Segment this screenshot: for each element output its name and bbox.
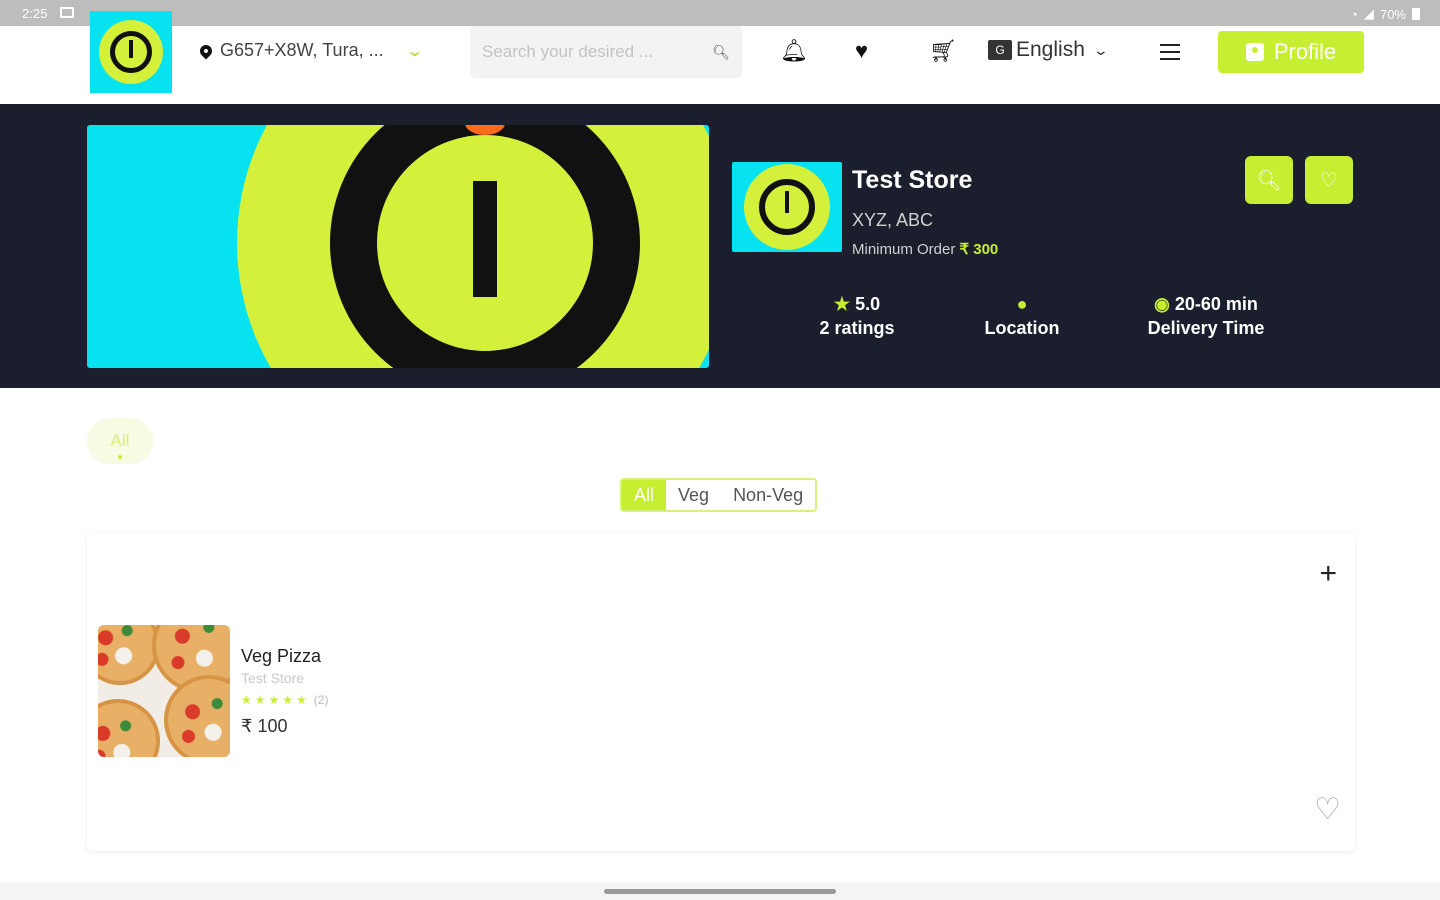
minimum-order: Minimum Order ₹ 300	[852, 240, 998, 258]
store-search-button[interactable]: 🔍︎	[1245, 156, 1293, 204]
rating-value: 5.0	[855, 294, 881, 314]
filter-veg[interactable]: Veg	[666, 480, 721, 510]
store-address: XYZ, ABC	[852, 210, 934, 230]
star-icon: ★	[833, 294, 851, 314]
menu-icon[interactable]	[1160, 44, 1180, 65]
search-icon[interactable]: 🔍︎	[712, 44, 730, 61]
delivery-stat: ◉ 20-60 min Delivery Time	[1136, 292, 1276, 340]
food-store: Test Store	[241, 670, 305, 686]
food-image	[98, 625, 230, 757]
logo-ring	[99, 20, 163, 84]
language-label: English	[1016, 38, 1085, 61]
filter-all[interactable]: All	[622, 480, 667, 510]
food-name: Veg Pizza	[241, 646, 322, 666]
wifi-icon: ◔	[1350, 6, 1358, 22]
status-right: ◔ ◢ 70%	[1350, 6, 1420, 22]
status-bar: 2:25 ◔ ◢ 70%	[0, 0, 1440, 26]
min-order-value: ₹ 300	[959, 241, 999, 258]
search-icon: 🔍︎	[1256, 169, 1282, 192]
power-icon	[110, 31, 152, 73]
location-text: G657+X8W, Tura, ...	[220, 40, 384, 60]
chevron-down-icon: ⌄	[1092, 41, 1109, 58]
profile-icon	[1245, 43, 1264, 61]
battery-percent: 70%	[1379, 6, 1406, 22]
heart-icon[interactable]: ♡	[1314, 792, 1341, 827]
system-nav-bar	[0, 882, 1440, 900]
store-banner: Test Store XYZ, ABC Minimum Order ₹ 300 …	[0, 104, 1440, 388]
app-logo[interactable]	[90, 11, 172, 93]
location-selector[interactable]: G657+X8W, Tura, ... ⌄	[197, 40, 424, 61]
food-item-card[interactable]: + Veg Pizza Test Store ★★★★★ (2) ₹ 100 ♡	[87, 533, 1355, 851]
bell-icon[interactable]: 🔔︎	[780, 38, 808, 64]
store-logo	[732, 162, 842, 252]
home-handle[interactable]	[604, 889, 836, 894]
status-time: 2:25	[22, 6, 48, 21]
rating-stat[interactable]: ★ 5.0 2 ratings	[805, 292, 909, 340]
food-rating: ★★★★★ (2)	[241, 693, 328, 707]
signal-icon: ◢	[1363, 6, 1374, 21]
profile-button[interactable]: Profile	[1218, 31, 1364, 73]
min-order-label: Minimum Order	[852, 241, 956, 258]
search-input[interactable]	[482, 42, 702, 62]
battery-icon	[1412, 8, 1420, 20]
food-price: ₹ 100	[241, 716, 288, 736]
cart-icon[interactable]: 🛒︎	[929, 38, 957, 64]
clock-icon: ◉	[1154, 294, 1170, 314]
pin-icon	[197, 42, 215, 59]
image-notification-icon	[60, 7, 74, 18]
chevron-down-icon[interactable]: ⌄	[405, 41, 424, 61]
category-label: All	[110, 431, 130, 450]
heart-icon: ♡	[1320, 169, 1338, 192]
store-name: Test Store	[852, 166, 973, 194]
veg-filter: All Veg Non-Veg	[620, 478, 818, 512]
ratings-count: 2 ratings	[819, 318, 895, 338]
translate-icon: G	[988, 40, 1012, 60]
search-box[interactable]: 🔍︎	[470, 26, 742, 78]
filter-non-veg[interactable]: Non-Veg	[721, 480, 815, 510]
rating-count: (2)	[313, 693, 329, 707]
store-cover-image	[87, 125, 709, 368]
category-indicator	[118, 455, 122, 459]
power-icon	[759, 179, 815, 235]
profile-label: Profile	[1273, 39, 1337, 64]
location-label: Location	[984, 318, 1060, 338]
top-header: G657+X8W, Tura, ... ⌄ 🔍︎ 🔔︎ ♥ 🛒︎ G Engli…	[0, 11, 1440, 104]
star-icon: ★★★★★	[241, 693, 310, 707]
delivery-time: 20-60 min	[1174, 294, 1258, 314]
location-stat[interactable]: ● Location	[970, 292, 1074, 340]
delivery-label: Delivery Time	[1147, 318, 1265, 338]
store-favorite-button[interactable]: ♡	[1305, 156, 1353, 204]
pin-icon: ●	[1016, 294, 1028, 314]
heart-icon[interactable]: ♥	[855, 38, 868, 64]
language-selector[interactable]: G English ⌄	[988, 38, 1109, 62]
plus-icon[interactable]: +	[1319, 557, 1337, 591]
